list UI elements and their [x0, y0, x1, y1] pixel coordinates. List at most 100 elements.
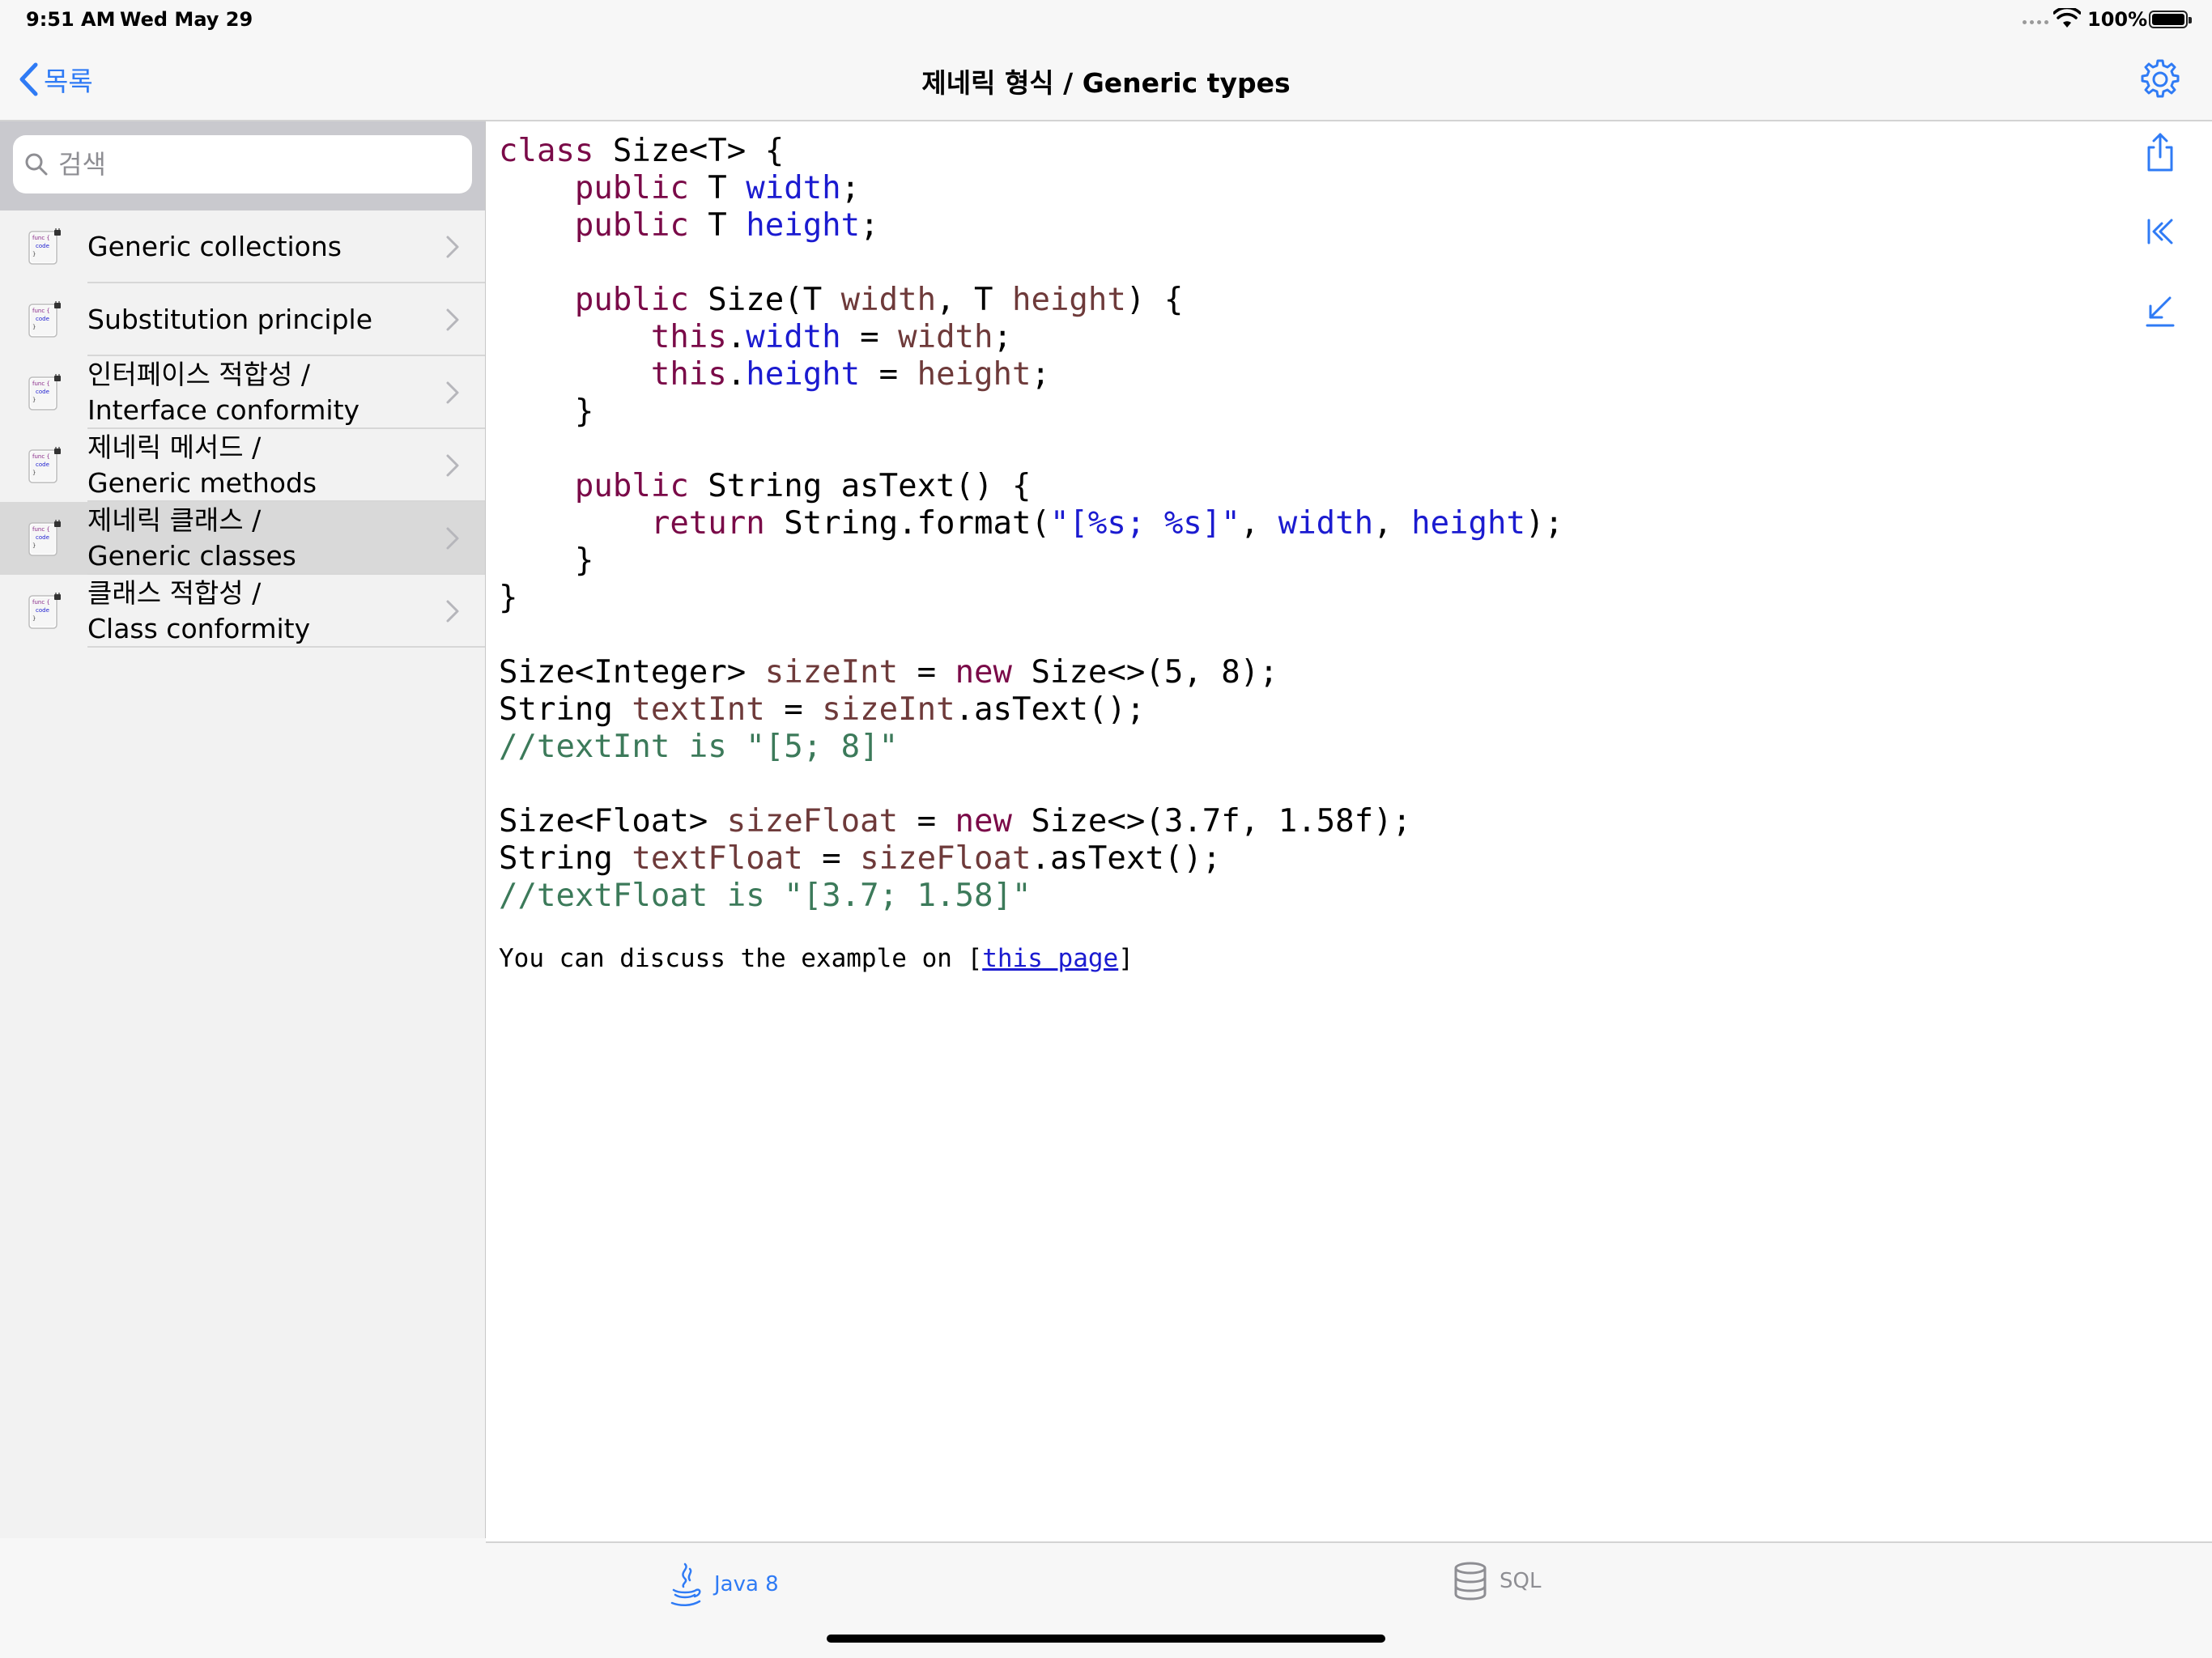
code-file-icon: func {code}: [28, 374, 61, 410]
code-token: "[%s; %s]": [1049, 505, 1240, 542]
chevron-right-icon: [446, 600, 459, 623]
discuss-link[interactable]: this page: [982, 944, 1118, 973]
search-icon: [25, 153, 48, 176]
svg-text:func {: func {: [32, 526, 50, 533]
code-token: ;: [1031, 356, 1050, 393]
share-icon[interactable]: [2138, 130, 2183, 175]
code-file-icon: func {code}: [28, 228, 61, 265]
code-token: new: [955, 803, 1012, 840]
code-token: public: [574, 282, 689, 318]
right-toolbar: [2138, 130, 2183, 368]
page-title: 제네릭 형식 / Generic types: [921, 67, 1291, 99]
chevron-right-icon: [446, 381, 459, 404]
code-block: class Size<T> { public T width; public T…: [499, 133, 1563, 915]
tab-java[interactable]: Java 8: [667, 1561, 779, 1608]
list-item-subtitle: Generic methods: [87, 467, 317, 499]
code-token: );: [1525, 505, 1563, 542]
code-token: Size<>(3.7f, 1.58f);: [1012, 803, 1412, 840]
code-token: sizeFloat: [860, 840, 1032, 877]
code-token: width: [840, 282, 937, 318]
svg-text:}: }: [32, 470, 36, 476]
code-token: =: [802, 840, 861, 877]
svg-text:}: }: [32, 324, 36, 330]
list-item-subtitle: Class conformity: [87, 613, 311, 644]
code-token: width: [1278, 505, 1374, 542]
battery-percentage: 100%: [2087, 8, 2148, 31]
chevron-right-icon: [446, 236, 459, 258]
code-token: Size<>(5, 8);: [1012, 654, 1278, 691]
list-item[interactable]: func {code} 제네릭 메서드 / Generic methods: [0, 429, 485, 502]
list-item-label: Generic collections: [87, 229, 342, 265]
status-bar: 9:51 AM Wed May 29 100%: [0, 0, 2212, 39]
list-item-label: 제네릭 클래스 / Generic classes: [87, 503, 296, 574]
code-token: ,: [1373, 505, 1412, 542]
list-item[interactable]: func {code} 인터페이스 적합성 / Interface conformi…: [0, 356, 485, 429]
svg-text:func {: func {: [32, 308, 50, 314]
code-token: =: [840, 319, 899, 355]
svg-text:code: code: [36, 461, 49, 468]
gear-icon[interactable]: [2138, 57, 2183, 102]
row-divider: [87, 646, 485, 648]
code-token: height: [917, 356, 1032, 393]
code-token: public: [574, 468, 689, 504]
code-token: height: [1011, 282, 1126, 318]
list-item-title: Substitution principle: [87, 304, 372, 335]
code-token: =: [860, 356, 917, 393]
code-file-icon: func {code}: [28, 520, 61, 556]
list-item[interactable]: func { code} Substitution principle: [0, 283, 485, 356]
code-token: .asText();: [955, 691, 1146, 728]
code-token: Size<Float>: [499, 803, 727, 840]
chevron-right-icon: [446, 527, 459, 550]
code-token: textFloat: [632, 840, 803, 877]
code-token: ;: [840, 170, 861, 206]
list-item-subtitle: Interface conformity: [87, 394, 360, 426]
search-field[interactable]: [13, 135, 472, 193]
code-token: Size<Integer>: [499, 654, 765, 691]
list-item[interactable]: func {code} 제네릭 클래스 / Generic classes: [0, 502, 485, 575]
tab-sql-label: SQL: [1499, 1569, 1542, 1593]
tab-sql[interactable]: SQL: [1453, 1561, 1541, 1601]
svg-text:code: code: [36, 607, 49, 614]
list-item-title: Generic collections: [87, 231, 342, 262]
discuss-prefix: You can discuss the example on [: [499, 944, 983, 973]
code-token: width: [898, 319, 993, 355]
cellular-signal-icon: [2023, 16, 2048, 24]
code-token: sizeInt: [822, 691, 955, 728]
discuss-line: You can discuss the example on [this pag…: [499, 944, 1134, 973]
svg-text:func {: func {: [32, 453, 50, 460]
code-token: .asText();: [1031, 840, 1222, 877]
svg-text:code: code: [36, 316, 49, 322]
search-input[interactable]: [58, 149, 463, 180]
list-item-title: 제네릭 메서드 /: [87, 432, 262, 463]
code-view: class Size<T> { public T width; public T…: [486, 121, 2138, 1538]
code-token: String.format(: [764, 505, 1050, 542]
list-item-label: 인터페이스 적합성 / Interface conformity: [87, 357, 359, 428]
code-token: }: [574, 393, 594, 430]
code-token: String asText() {: [688, 468, 1032, 504]
code-token: String: [499, 691, 632, 728]
collapse-arrow-icon[interactable]: [2138, 288, 2183, 334]
code-token: this: [650, 319, 727, 355]
database-icon: [1454, 1562, 1487, 1601]
code-token: height: [746, 356, 861, 393]
chevron-right-icon: [446, 454, 459, 477]
code-comment: //textFloat is "[3.7; 1.58]": [499, 878, 1032, 914]
code-token: .: [726, 319, 747, 355]
list-item[interactable]: func {code} Generic collections: [0, 210, 485, 283]
list-item-title: 제네릭 클래스 /: [87, 504, 262, 536]
list-item[interactable]: func {code} 클래스 적합성 / Class conformity: [0, 575, 485, 648]
code-token: =: [764, 691, 823, 728]
code-token: height: [1411, 505, 1525, 542]
code-token: textInt: [632, 691, 765, 728]
svg-text:}: }: [32, 542, 36, 549]
svg-text:code: code: [36, 243, 49, 249]
code-token: String: [499, 840, 632, 877]
code-token: }: [499, 580, 518, 616]
chevron-right-icon: [446, 308, 459, 331]
wifi-icon: [2053, 8, 2081, 28]
skip-to-start-icon[interactable]: [2138, 209, 2183, 254]
code-token: ;: [993, 319, 1012, 355]
code-file-icon: func {code}: [28, 593, 61, 629]
list-item-title: 클래스 적합성 /: [87, 577, 262, 609]
code-token: ,: [1240, 505, 1278, 542]
